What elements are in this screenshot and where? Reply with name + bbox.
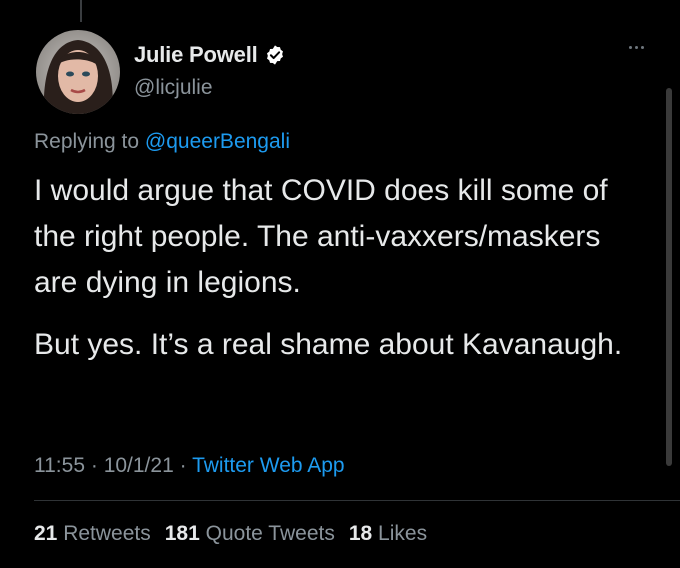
likes-label: Likes — [378, 522, 428, 545]
tweet-paragraph: But yes. It’s a real shame about Kavanau… — [34, 328, 623, 361]
replying-to-label: Replying to — [34, 130, 140, 153]
tweet-paragraph: I would argue that COVID does kill some … — [34, 174, 608, 299]
quote-tweets-stat[interactable]: 181 Quote Tweets — [165, 522, 335, 546]
verified-badge-icon — [264, 44, 286, 66]
quote-tweets-label: Quote Tweets — [205, 522, 335, 545]
meta-separator: · — [179, 454, 187, 477]
meta-separator: · — [90, 454, 98, 477]
retweets-label: Retweets — [63, 522, 151, 545]
replying-to-line: Replying to @queerBengali — [34, 130, 290, 154]
thread-connector-line — [80, 0, 82, 22]
tweet-date[interactable]: 10/1/21 — [104, 454, 174, 477]
author-display-name[interactable]: Julie Powell — [134, 42, 258, 68]
retweets-count: 21 — [34, 522, 58, 545]
scrollbar[interactable] — [666, 88, 672, 466]
more-options-icon[interactable] — [629, 46, 644, 49]
stats-divider — [34, 500, 680, 501]
tweet-source-link[interactable]: Twitter Web App — [192, 454, 345, 477]
quote-tweets-count: 181 — [164, 522, 200, 545]
author-handle[interactable]: @licjulie — [134, 76, 213, 100]
reply-mention-link[interactable]: @queerBengali — [145, 130, 290, 153]
likes-stat[interactable]: 18 Likes — [349, 522, 427, 546]
tweet-meta: 11:55 · 10/1/21 · Twitter Web App — [34, 454, 345, 478]
avatar-image — [36, 30, 120, 114]
tweet-text: I would argue that COVID does kill some … — [34, 168, 634, 384]
tweet-time[interactable]: 11:55 — [34, 454, 85, 477]
engagement-stats: 21 Retweets 181 Quote Tweets 18 Likes — [34, 522, 427, 546]
avatar[interactable] — [36, 30, 120, 114]
likes-count: 18 — [348, 522, 373, 545]
retweets-stat[interactable]: 21 Retweets — [34, 522, 151, 546]
author-name-row[interactable]: Julie Powell — [134, 42, 286, 68]
